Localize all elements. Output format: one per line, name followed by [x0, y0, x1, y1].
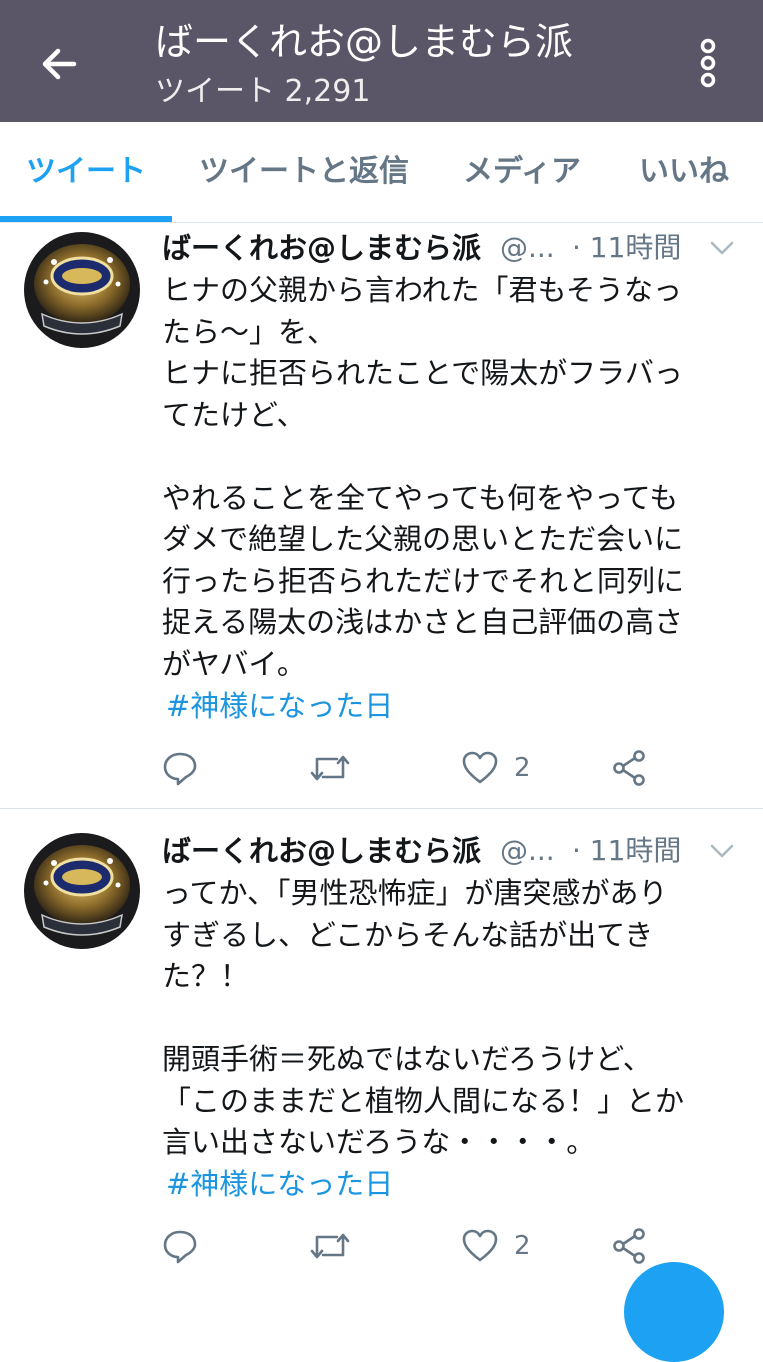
profile-header: ばーくれお@しまむら派 ツイート 2,291 [0, 0, 763, 122]
chevron-down-icon[interactable] [708, 837, 736, 865]
back-arrow-icon [42, 48, 77, 80]
like-count: 2 [514, 1231, 531, 1261]
tweet-hashtag-link[interactable]: #神様になった日 [166, 686, 393, 726]
tweet[interactable]: ばーくれお@しまむら派 @... · 11時間 ってか、「男性恐怖症」が唐突感が… [0, 809, 763, 1280]
tweet-count: ツイート 2,291 [155, 74, 371, 109]
back-button[interactable] [36, 40, 84, 88]
like-button[interactable]: 2 [462, 1222, 552, 1270]
tweet-author-handle[interactable]: @... [500, 228, 555, 268]
more-vertical-icon [700, 38, 716, 88]
tweet-author-name[interactable]: ばーくれお@しまむら派 [162, 831, 481, 871]
avatar[interactable] [24, 833, 140, 949]
tab-tweets[interactable]: ツイート [0, 122, 172, 222]
share-icon [613, 1228, 645, 1264]
heart-icon [462, 751, 498, 784]
tweet-actions: 2 [162, 1222, 722, 1270]
profile-name-title: ばーくれお@しまむら派 [155, 20, 574, 64]
retweet-button[interactable] [310, 1222, 370, 1270]
like-button[interactable]: 2 [462, 744, 552, 792]
tweet-timestamp[interactable]: · 11時間 [572, 831, 681, 871]
tweet-header: ばーくれお@しまむら派 @... · 11時間 [162, 228, 742, 268]
like-count: 2 [514, 753, 531, 783]
reply-icon [163, 752, 197, 786]
tab-likes[interactable]: いいね [622, 122, 746, 222]
chevron-down-icon[interactable] [708, 234, 736, 262]
tweet-author-name[interactable]: ばーくれお@しまむら派 [162, 228, 481, 268]
reply-icon [163, 1230, 197, 1264]
reply-button[interactable] [162, 1222, 222, 1270]
share-icon [613, 750, 645, 786]
retweet-icon [310, 1233, 350, 1259]
share-button[interactable] [612, 744, 672, 792]
tab-tweets-and-replies[interactable]: ツイートと返信 [186, 122, 422, 222]
heart-icon [462, 1229, 498, 1262]
championship-ring-avatar-icon [24, 232, 140, 348]
overflow-menu-button[interactable] [688, 36, 728, 92]
tweet-header: ばーくれお@しまむら派 @... · 11時間 [162, 831, 742, 871]
retweet-button[interactable] [310, 744, 370, 792]
compose-tweet-button[interactable] [624, 1262, 724, 1362]
profile-tabs: ツイート ツイートと返信 メディア いいね [0, 122, 763, 223]
tab-media[interactable]: メディア [450, 122, 594, 222]
tweet-text: ってか、「男性恐怖症」が唐突感があり すぎるし、どこからそんな話が出てき た？！… [162, 876, 685, 1159]
tweet-text: ヒナの父親から言われた「君もそうなっ たら〜」を、 ヒナに拒否られたことで陽太が… [162, 273, 685, 681]
tweet[interactable]: ばーくれお@しまむら派 @... · 11時間 ヒナの父親から言われた「君もそう… [0, 222, 763, 808]
tweet-actions: 2 [162, 744, 722, 792]
retweet-icon [310, 755, 350, 781]
tweet-hashtag-link[interactable]: #神様になった日 [166, 1164, 393, 1204]
tweet-timestamp[interactable]: · 11時間 [572, 228, 681, 268]
reply-button[interactable] [162, 744, 222, 792]
tweet-author-handle[interactable]: @... [500, 831, 555, 871]
championship-ring-avatar-icon [24, 833, 140, 949]
avatar[interactable] [24, 232, 140, 348]
